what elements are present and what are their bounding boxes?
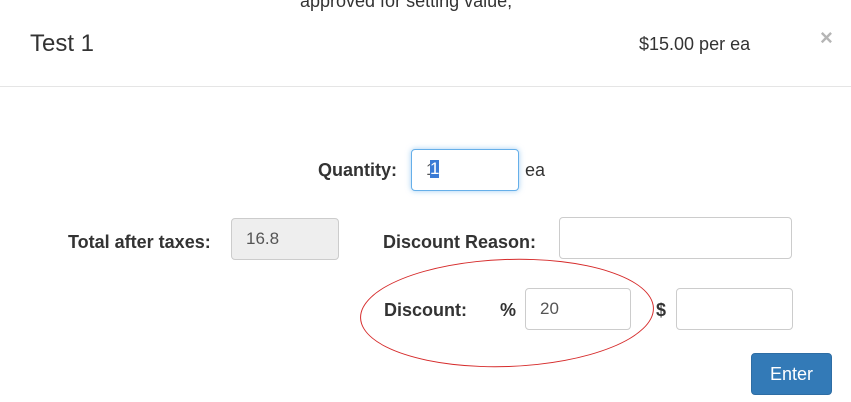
modal-header: Test 1 $15.00 per ea × [0, 0, 851, 87]
total-after-taxes-field [231, 218, 339, 260]
dollar-symbol: $ [656, 300, 667, 320]
discount-label: Discount: [384, 300, 467, 320]
modal-title: Test 1 [30, 30, 95, 57]
unit-price: $15.00 per ea [639, 34, 751, 54]
quantity-unit: ea [525, 160, 546, 180]
enter-button[interactable]: Enter [751, 353, 832, 395]
total-after-taxes-label: Total after taxes: [68, 232, 211, 252]
quantity-label: Quantity: [318, 160, 397, 180]
discount-amount-input[interactable] [676, 288, 793, 330]
percent-symbol: % [500, 300, 517, 320]
quantity-selection-highlight: 1 [430, 159, 440, 178]
discount-reason-label: Discount Reason: [383, 232, 537, 252]
close-icon[interactable]: × [820, 27, 833, 49]
discount-percent-input[interactable] [525, 288, 631, 330]
discount-reason-input[interactable] [559, 217, 792, 259]
quantity-input[interactable] [411, 149, 519, 191]
